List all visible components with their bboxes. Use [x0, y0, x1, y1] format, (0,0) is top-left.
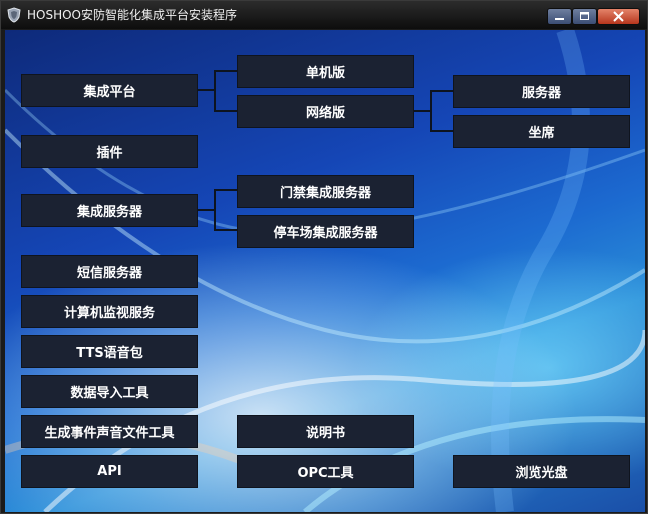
network-edition-button[interactable]: 网络版 [237, 95, 414, 128]
tts-voice-pack-button[interactable]: TTS语音包 [21, 335, 198, 368]
opc-tool-button[interactable]: OPC工具 [237, 455, 414, 488]
api-button[interactable]: API [21, 455, 198, 488]
browse-cd-button[interactable]: 浏览光盘 [453, 455, 630, 488]
minimize-icon [555, 18, 564, 20]
manual-button[interactable]: 说明书 [237, 415, 414, 448]
shield-icon [7, 7, 21, 23]
main-panel: 集成平台 单机版 网络版 服务器 坐席 插件 集成服务器 门禁集成服务器 停车场… [5, 30, 645, 512]
plugin-button[interactable]: 插件 [21, 135, 198, 168]
standalone-edition-button[interactable]: 单机版 [237, 55, 414, 88]
computer-monitor-service-button[interactable]: 计算机监视服务 [21, 295, 198, 328]
close-button[interactable] [597, 8, 640, 25]
server-button[interactable]: 服务器 [453, 75, 630, 108]
window-title: HOSHOO安防智能化集成平台安装程序 [27, 8, 238, 22]
maximize-icon [580, 12, 589, 20]
access-control-server-button[interactable]: 门禁集成服务器 [237, 175, 414, 208]
maximize-button[interactable] [572, 8, 597, 25]
minimize-button[interactable] [547, 8, 572, 25]
data-import-tool-button[interactable]: 数据导入工具 [21, 375, 198, 408]
integration-server-button[interactable]: 集成服务器 [21, 194, 198, 227]
integrated-platform-button[interactable]: 集成平台 [21, 74, 198, 107]
installer-window: HOSHOO安防智能化集成平台安装程序 集成平台 单机版 网络版 服务器 坐席 … [0, 0, 648, 514]
event-sound-tool-button[interactable]: 生成事件声音文件工具 [21, 415, 198, 448]
parking-server-button[interactable]: 停车场集成服务器 [237, 215, 414, 248]
seat-client-button[interactable]: 坐席 [453, 115, 630, 148]
close-icon [613, 11, 624, 22]
title-bar[interactable]: HOSHOO安防智能化集成平台安装程序 [1, 1, 647, 29]
sms-server-button[interactable]: 短信服务器 [21, 255, 198, 288]
